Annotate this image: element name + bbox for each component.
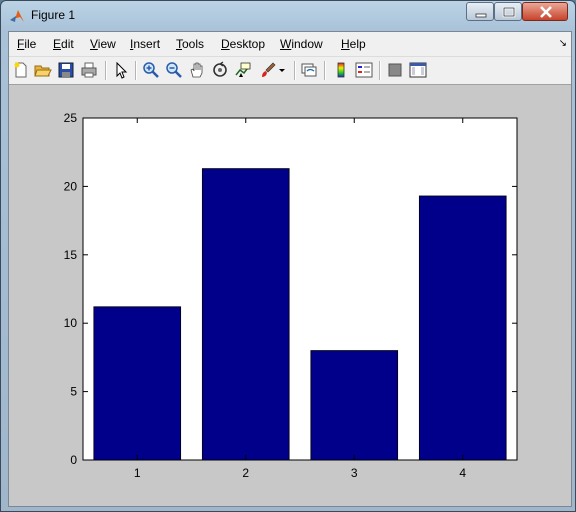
- zoom-out-icon[interactable]: [165, 61, 183, 79]
- figure-canvas[interactable]: 0 5 10 15 20 25 1 2 3 4: [9, 85, 571, 506]
- y-tick-label: 15: [64, 248, 78, 262]
- colorbar-icon[interactable]: [332, 61, 350, 79]
- new-figure-icon[interactable]: [12, 61, 30, 79]
- client-area: File Edit View Insert Tools Desktop Wind…: [8, 31, 572, 507]
- rotate-3d-icon[interactable]: [211, 61, 229, 79]
- window-title: Figure 1: [31, 8, 76, 22]
- bar-3: [310, 350, 399, 461]
- menu-bar: File Edit View Insert Tools Desktop Wind…: [9, 32, 571, 57]
- pan-hand-icon[interactable]: [188, 61, 206, 79]
- legend-icon[interactable]: [355, 61, 373, 79]
- toolbar-separator: [294, 61, 296, 80]
- bar-1: [93, 306, 182, 461]
- edit-plot-arrow-icon[interactable]: [112, 61, 130, 79]
- x-tick-label: 3: [351, 466, 358, 480]
- y-tick-label: 5: [70, 385, 77, 399]
- maximize-button[interactable]: [494, 2, 522, 21]
- x-tick-label: 4: [459, 466, 466, 480]
- show-plot-tools-icon[interactable]: [409, 61, 427, 79]
- close-icon: [540, 6, 552, 18]
- y-tick-label: 20: [64, 179, 78, 193]
- menu-file[interactable]: File: [17, 37, 36, 51]
- print-icon[interactable]: [80, 61, 98, 79]
- y-tick-label: 0: [70, 453, 77, 467]
- menu-desktop[interactable]: Desktop: [221, 37, 265, 51]
- bar-2: [201, 168, 290, 461]
- toolbar-separator: [105, 61, 107, 80]
- toolbar-separator: [135, 61, 137, 80]
- y-tick-label: 10: [64, 316, 78, 330]
- bar-4: [418, 195, 507, 461]
- matlab-logo-icon: [10, 10, 24, 22]
- maximize-icon: [502, 6, 516, 18]
- menu-help[interactable]: Help: [341, 37, 366, 51]
- save-icon[interactable]: [57, 61, 75, 79]
- menu-view[interactable]: View: [90, 37, 116, 51]
- toolbar-separator: [379, 61, 381, 80]
- minimize-button[interactable]: [466, 2, 494, 21]
- brush-icon[interactable]: [259, 61, 277, 79]
- open-file-icon[interactable]: [34, 61, 52, 79]
- data-cursor-icon[interactable]: [234, 61, 252, 79]
- toolbar-separator: [324, 61, 326, 80]
- title-bar[interactable]: Figure 1: [1, 1, 575, 31]
- hide-plot-tools-icon[interactable]: [386, 61, 404, 79]
- y-tick-label: 25: [64, 111, 78, 125]
- menu-insert[interactable]: Insert: [130, 37, 160, 51]
- minimize-icon: [475, 13, 487, 18]
- menu-tools[interactable]: Tools: [176, 37, 204, 51]
- figure-toolbar: [9, 57, 571, 85]
- x-tick-label: 1: [134, 466, 141, 480]
- brush-dropdown-arrow-icon[interactable]: [277, 61, 287, 79]
- menu-window[interactable]: Window: [280, 37, 323, 51]
- zoom-in-icon[interactable]: [142, 61, 160, 79]
- figure-window: Figure 1 File Edit View Insert Tools Des…: [0, 0, 576, 512]
- x-tick-label: 2: [242, 466, 249, 480]
- link-plot-icon[interactable]: [300, 61, 318, 79]
- close-button[interactable]: [522, 2, 568, 21]
- menu-overflow-arrow-icon[interactable]: ↘: [559, 38, 567, 49]
- menu-edit[interactable]: Edit: [53, 37, 74, 51]
- bar-chart: 0 5 10 15 20 25 1 2 3 4: [64, 111, 518, 480]
